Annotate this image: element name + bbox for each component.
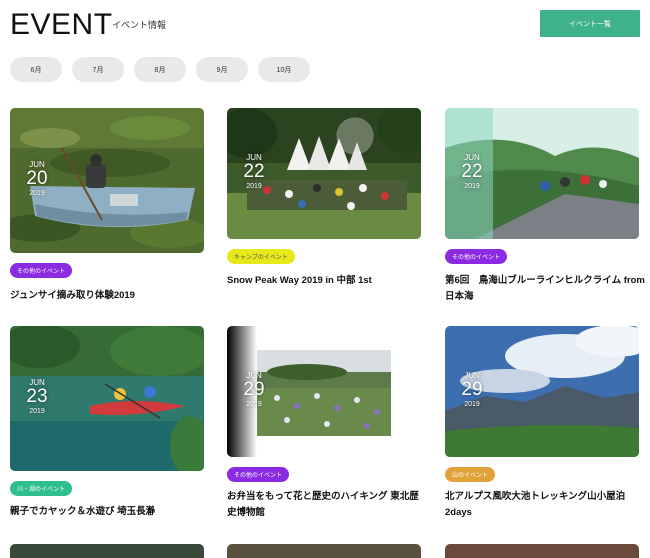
event-date: JUN 20 2019	[20, 160, 54, 198]
event-thumbnail-partial[interactable]	[445, 544, 639, 558]
event-date-day: 22	[243, 161, 265, 182]
event-title[interactable]: ジュンサイ摘み取り体験2019	[10, 288, 210, 304]
event-list-button[interactable]: イベント一覧	[540, 10, 640, 37]
category-tag[interactable]: 山のイベント	[445, 467, 496, 482]
event-title[interactable]: Snow Peak Way 2019 in 中部 1st	[227, 273, 427, 289]
event-date-year: 2019	[464, 401, 480, 408]
event-title[interactable]: 第6回 鳥海山ブルーラインヒルクライム from日本海	[445, 273, 645, 305]
event-thumbnail-partial[interactable]	[10, 544, 204, 558]
month-filter-june[interactable]: 6月	[10, 57, 62, 82]
event-date: JUN 29 2019	[455, 371, 489, 409]
event-date-year: 2019	[464, 183, 480, 190]
event-thumbnail-partial[interactable]	[227, 544, 421, 558]
page-title: EVENT	[10, 8, 113, 41]
event-date-day: 29	[461, 379, 483, 400]
month-filter: 6月 7月 8月 9月 10月	[10, 57, 310, 82]
event-date-year: 2019	[29, 408, 45, 415]
category-tag[interactable]: その他のイベント	[227, 467, 290, 482]
event-date: JUN 23 2019	[20, 378, 54, 416]
page-header: EVENT イベント情報 イベント一覧	[10, 8, 640, 42]
event-title[interactable]: 北アルプス風吹大池トレッキング山小屋泊 2days	[445, 489, 645, 521]
category-tag[interactable]: その他のイベント	[445, 249, 508, 264]
category-tag[interactable]: キャンプのイベント	[227, 249, 295, 264]
event-date-day: 23	[26, 386, 48, 407]
event-date-day: 29	[243, 379, 265, 400]
month-filter-october[interactable]: 10月	[258, 57, 310, 82]
month-filter-august[interactable]: 8月	[134, 57, 186, 82]
event-date-year: 2019	[246, 401, 262, 408]
event-title[interactable]: お弁当をもって花と歴史のハイキング 東北歴史博物館	[227, 489, 427, 521]
event-date: JUN 29 2019	[237, 371, 271, 409]
category-tag[interactable]: 川・湖のイベント	[10, 481, 73, 496]
month-filter-september[interactable]: 9月	[196, 57, 248, 82]
event-date: JUN 22 2019	[237, 153, 271, 191]
event-date-day: 20	[26, 168, 48, 189]
month-filter-july[interactable]: 7月	[72, 57, 124, 82]
page-subtitle: イベント情報	[112, 20, 167, 30]
event-date: JUN 22 2019	[455, 153, 489, 191]
event-date-year: 2019	[29, 190, 45, 197]
event-date-day: 22	[461, 161, 483, 182]
event-date-year: 2019	[246, 183, 262, 190]
category-tag[interactable]: その他のイベント	[10, 263, 73, 278]
event-title[interactable]: 親子でカヤック＆水遊び 埼玉長瀞	[10, 504, 210, 520]
